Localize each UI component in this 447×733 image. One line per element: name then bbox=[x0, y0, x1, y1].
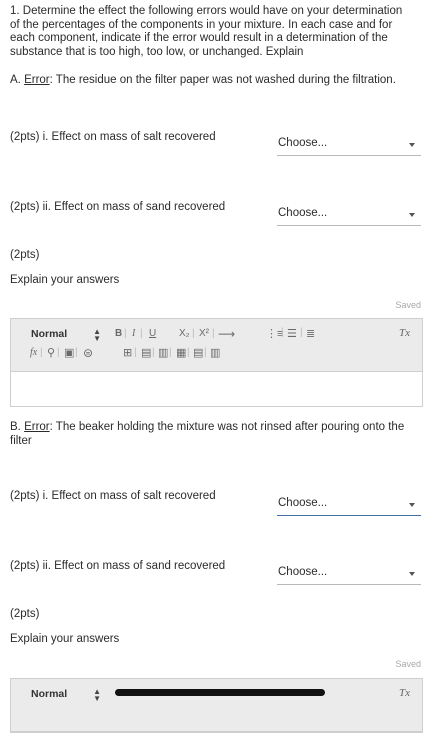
superscript-button[interactable]: X² bbox=[199, 328, 209, 339]
format-select-value: Normal bbox=[31, 328, 68, 340]
section-b-points: (2pts) bbox=[10, 608, 40, 620]
redaction-scribble bbox=[115, 689, 325, 696]
section-b-error-word: Error bbox=[24, 421, 50, 433]
section-a-explain-label: Explain your answers bbox=[10, 274, 120, 286]
question-line-1: 1. Determine the effect the following er… bbox=[10, 5, 403, 17]
clear-format-button[interactable]: Tx bbox=[399, 327, 410, 339]
toolbar-separator: | bbox=[134, 347, 137, 358]
section-b-rich-text-editor: Normal ▲ ▼ Tx bbox=[10, 678, 423, 733]
toolbar-separator: | bbox=[281, 327, 284, 338]
section-a-sand-select[interactable]: Choose... bbox=[277, 205, 421, 226]
italic-button[interactable]: I bbox=[132, 328, 135, 339]
formula-button[interactable]: fx bbox=[30, 347, 37, 358]
toolbar-separator: | bbox=[140, 328, 143, 339]
section-b-sand-select-value: Choose... bbox=[278, 566, 328, 578]
arrow-button[interactable]: ⟶ bbox=[218, 327, 235, 341]
toolbar-separator: | bbox=[40, 347, 43, 358]
toolbar-separator: | bbox=[152, 347, 155, 358]
section-b-text-1: : The beaker holding the mixture was not… bbox=[49, 421, 405, 433]
clear-format-button[interactable]: Tx bbox=[399, 687, 410, 699]
question-line-4: substance that is too high, too low, or … bbox=[10, 45, 304, 58]
format-select[interactable]: Normal ▲ ▼ bbox=[29, 327, 109, 343]
toolbar-separator: | bbox=[212, 328, 215, 339]
section-a-answer-textarea[interactable] bbox=[11, 372, 422, 406]
section-b-salt-select[interactable]: Choose... bbox=[277, 495, 421, 516]
section-b-text-2: filter bbox=[10, 434, 32, 447]
section-a-error-word: Error bbox=[24, 74, 50, 86]
section-b-prefix: B. bbox=[10, 421, 25, 433]
section-b-explain-label: Explain your answers bbox=[10, 633, 120, 645]
subscript-button[interactable]: X₂ bbox=[179, 328, 190, 339]
section-b-saved-status: Saved bbox=[395, 659, 421, 669]
question-line-3: each component, indicate if the error wo… bbox=[10, 32, 388, 44]
indent-icon[interactable]: ≣ bbox=[306, 327, 315, 340]
section-a-salt-label: (2pts) i. Effect on mass of salt recover… bbox=[10, 131, 216, 143]
chevron-down-icon bbox=[409, 572, 415, 576]
table-delete-column-icon[interactable]: ▥ bbox=[210, 346, 220, 359]
table-row-icon[interactable]: ▤ bbox=[141, 346, 151, 359]
section-a-sand-label: (2pts) ii. Effect on mass of sand recove… bbox=[10, 201, 226, 213]
chevron-down-icon bbox=[409, 503, 415, 507]
toolbar-separator: | bbox=[192, 328, 195, 339]
image-icon[interactable]: ▣ bbox=[64, 346, 74, 359]
section-b-sand-label: (2pts) ii. Effect on mass of sand recove… bbox=[10, 560, 226, 572]
format-select-value: Normal bbox=[31, 688, 68, 700]
section-a-salt-select[interactable]: Choose... bbox=[277, 135, 421, 156]
toolbar-separator: | bbox=[169, 347, 172, 358]
section-a-points: (2pts) bbox=[10, 249, 40, 261]
section-a-prefix: A. bbox=[10, 74, 25, 86]
table-icon[interactable]: ⊞ bbox=[123, 346, 132, 359]
underline-button[interactable]: U bbox=[149, 328, 156, 339]
section-b-salt-label: (2pts) i. Effect on mass of salt recover… bbox=[10, 490, 216, 502]
toolbar-separator: | bbox=[204, 347, 207, 358]
chevron-down-icon bbox=[409, 213, 415, 217]
section-a-rich-text-editor: Normal ▲ ▼ B | I | U X₂ | X² | ⟶ ⋮≡ | ☰ |… bbox=[10, 318, 423, 407]
question-text: 1. Determine the effect the following er… bbox=[10, 5, 430, 59]
table-delete-row-icon[interactable]: ▤ bbox=[193, 346, 203, 359]
toolbar-separator: | bbox=[187, 347, 190, 358]
section-a-sand-select-value: Choose... bbox=[278, 207, 328, 219]
toolbar-separator: | bbox=[75, 347, 78, 358]
toolbar-separator: | bbox=[57, 347, 60, 358]
section-a-salt-select-value: Choose... bbox=[278, 137, 328, 149]
link-icon[interactable]: ⚲ bbox=[47, 346, 55, 359]
table-column-icon[interactable]: ▥ bbox=[158, 346, 168, 359]
unordered-list-icon[interactable]: ☰ bbox=[287, 327, 297, 340]
section-a-saved-status: Saved bbox=[395, 300, 421, 310]
section-b-sand-select[interactable]: Choose... bbox=[277, 564, 421, 585]
question-line-2: of the percentages of the components in … bbox=[10, 18, 393, 31]
section-b-salt-select-value: Choose... bbox=[278, 497, 328, 509]
editor-toolbar: Normal ▲ ▼ B | I | U X₂ | X² | ⟶ ⋮≡ | ☰ |… bbox=[11, 319, 422, 372]
toolbar-separator: | bbox=[300, 327, 303, 338]
up-down-arrows-icon: ▲ ▼ bbox=[93, 327, 101, 343]
editor-toolbar: Normal ▲ ▼ Tx bbox=[11, 679, 422, 732]
section-a-heading: A. Error: The residue on the filter pape… bbox=[10, 74, 430, 88]
section-a-text: : The residue on the filter paper was no… bbox=[49, 74, 396, 86]
table-merge-icon[interactable]: ▦ bbox=[176, 346, 186, 359]
media-icon[interactable]: ⊜ bbox=[83, 346, 93, 360]
section-b-heading: B. Error: The beaker holding the mixture… bbox=[10, 421, 430, 448]
bold-button[interactable]: B bbox=[115, 328, 122, 339]
toolbar-separator: | bbox=[124, 328, 127, 339]
chevron-down-icon bbox=[409, 143, 415, 147]
